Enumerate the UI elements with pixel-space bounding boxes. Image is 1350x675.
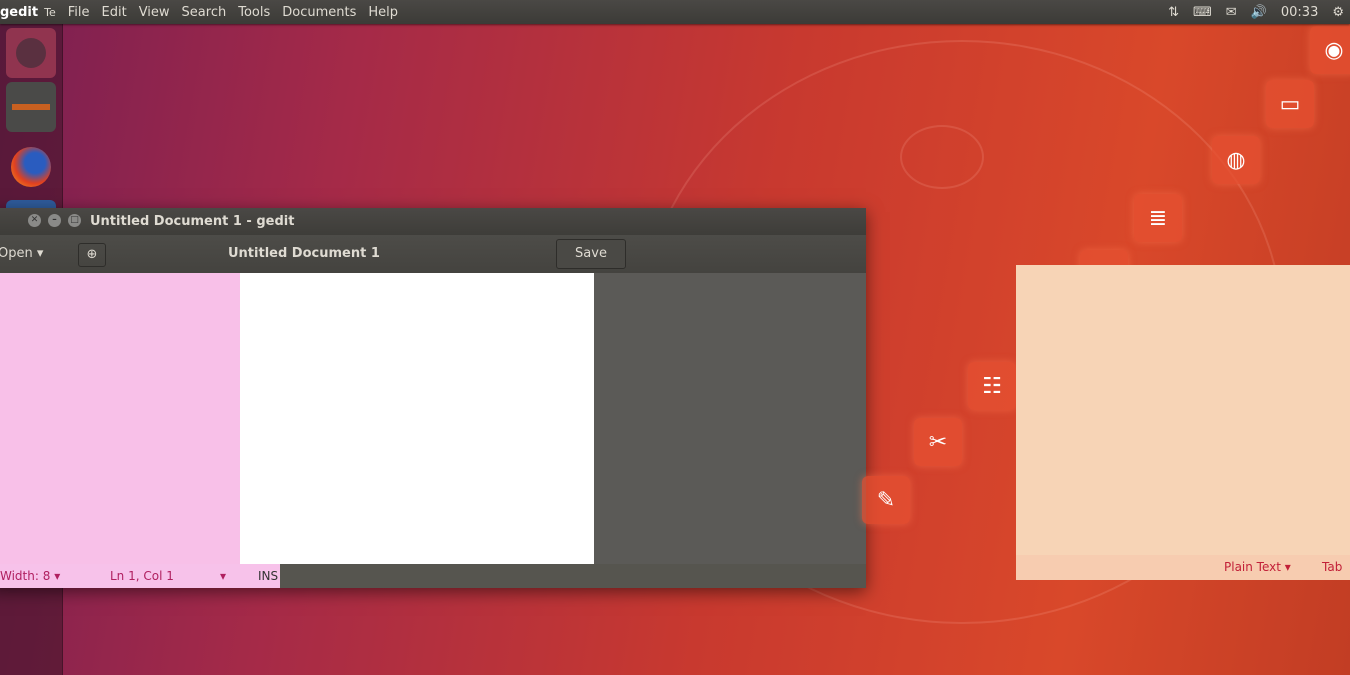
tab-label[interactable]: Tab	[1322, 560, 1342, 574]
tab-width-selector[interactable]: Width: 8 ▾	[0, 569, 60, 583]
maximize-icon[interactable]: □	[68, 214, 81, 227]
chevron-down-icon: ▾	[1284, 560, 1291, 574]
menu-tools[interactable]: Tools	[238, 5, 270, 20]
minimize-icon[interactable]: –	[48, 214, 61, 227]
clock[interactable]: 00:33	[1281, 5, 1318, 20]
cursor-position[interactable]: Ln 1, Col 1	[110, 569, 174, 583]
open-button[interactable]: Open ▾	[0, 246, 43, 261]
window-indicator[interactable]: Te	[44, 6, 56, 19]
software-center-icon: ☷	[968, 362, 1016, 410]
menu-documents[interactable]: Documents	[282, 5, 356, 20]
files-icon[interactable]	[6, 82, 56, 132]
text-editor-area[interactable]	[240, 273, 594, 564]
menu-edit[interactable]: Edit	[102, 5, 127, 20]
wallpaper-swirl	[900, 125, 984, 189]
chevron-down-icon[interactable]: ▾	[220, 569, 226, 583]
document-title: Untitled Document 1	[228, 246, 380, 261]
ghost-window-panel	[1016, 265, 1350, 580]
volume-icon[interactable]: 🔊	[1251, 5, 1267, 20]
chevron-down-icon: ▾	[54, 569, 61, 583]
language-selector[interactable]: Plain Text ▾	[1224, 560, 1291, 574]
app-name: gedit	[0, 4, 39, 20]
new-tab-icon[interactable]: ⊕	[78, 243, 106, 267]
editor-overlay	[594, 273, 866, 564]
libreoffice-writer-icon: ≣	[1134, 194, 1182, 242]
ubuntu-logo-icon: ◉	[1310, 26, 1350, 74]
mail-icon[interactable]: ✉	[1226, 5, 1237, 20]
settings-icon[interactable]: ⚙	[1332, 5, 1344, 20]
menu-help[interactable]: Help	[368, 5, 398, 20]
menu-search[interactable]: Search	[182, 5, 227, 20]
chevron-down-icon: ▾	[36, 246, 44, 261]
window-titlebar[interactable]: ✕ – □ Untitled Document 1 - gedit	[0, 208, 866, 235]
menu-file[interactable]: File	[68, 5, 90, 20]
transfer-icon[interactable]: ⇅	[1168, 5, 1179, 20]
headerbar: Open ▾ ⊕ Untitled Document 1 Save	[0, 235, 866, 273]
language-label: Plain Text	[1224, 560, 1281, 574]
top-panel: gedit Te File Edit View Search Tools Doc…	[0, 0, 1350, 24]
open-label: Open	[0, 246, 33, 261]
insert-mode[interactable]: INS	[258, 569, 278, 583]
text-editor-icon: ✎	[862, 476, 910, 524]
window-title: Untitled Document 1 - gedit	[90, 214, 295, 229]
keyboard-icon[interactable]: ⌨	[1193, 5, 1212, 20]
system-settings-icon: ✂	[914, 418, 962, 466]
gedit-window: ✕ – □ Untitled Document 1 - gedit Open ▾…	[0, 208, 866, 588]
ghost-statusbar: Plain Text ▾ Tab	[1016, 555, 1350, 580]
save-button[interactable]: Save	[556, 239, 626, 269]
ubuntu-dash-icon[interactable]	[6, 28, 56, 78]
indicator-area: ⇅ ⌨ ✉ 🔊 00:33 ⚙	[1168, 0, 1344, 24]
files-icon: ▭	[1266, 80, 1314, 128]
firefox-icon: ◍	[1212, 136, 1260, 184]
menu-view[interactable]: View	[139, 5, 170, 20]
side-pane	[0, 273, 240, 564]
position-label: Ln 1, Col 1	[110, 569, 174, 583]
firefox-icon[interactable]	[6, 142, 56, 192]
statusbar-left: Width: 8 ▾ Ln 1, Col 1 ▾	[0, 564, 280, 588]
close-icon[interactable]: ✕	[28, 214, 41, 227]
statusbar: Width: 8 ▾ Ln 1, Col 1 ▾ INS	[0, 564, 866, 588]
tab-width-label: Width: 8	[0, 569, 51, 583]
